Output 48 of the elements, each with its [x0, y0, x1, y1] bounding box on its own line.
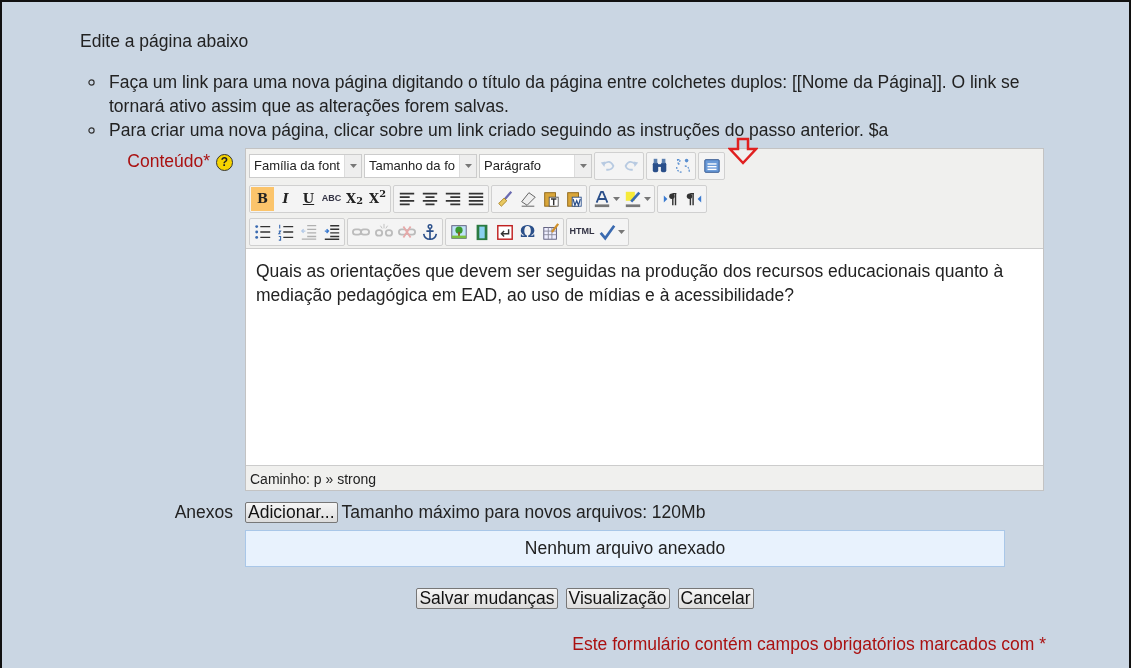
- dropdown-select[interactable]: Tamanho da fo: [364, 153, 477, 178]
- window-icon: [702, 156, 721, 175]
- editor-text: Quais as orientações que devem ser seguidas na produção dos recursos educacionais quanto à mediação pedagógica em EAD, ao uso de mídias e à acessibilidade?: [246, 248, 1043, 467]
- bullet-icon: [88, 79, 95, 87]
- toolbar-button[interactable]: ABC: [320, 186, 343, 211]
- form-button[interactable]: Visualização: [565, 587, 670, 609]
- bulleted-list-icon: [253, 222, 272, 241]
- anchor-icon: [420, 222, 439, 241]
- arrow-box-icon: [495, 222, 514, 241]
- clipboard-icon: [564, 189, 583, 208]
- help-icon[interactable]: ?: [216, 153, 233, 171]
- instruction-text: Faça um link para uma nova página digitando o título da página entre colchetes duplos: [[Nome da Página]]. O link se tornará ativo assim que as alterações forem salvas.: [109, 71, 1021, 119]
- form-button[interactable]: Salvar mudanças: [416, 587, 558, 609]
- bullet-icon: [88, 127, 95, 135]
- toolbar-button[interactable]: HTML: [568, 219, 596, 244]
- dropdown-select[interactable]: Parágrafo: [479, 153, 592, 178]
- caret-icon: [579, 163, 587, 168]
- dropdown-select[interactable]: Família da font: [249, 153, 362, 178]
- indent-icon: [322, 222, 341, 241]
- element-path: Caminho: p » strong: [249, 470, 378, 490]
- text-color-icon: [593, 189, 611, 208]
- checkmark-icon: [598, 222, 616, 241]
- binoculars-icon: [650, 156, 669, 175]
- size-limit-text: Tamanho máximo para novos arquivos: 120Mb: [341, 501, 706, 525]
- eraser-icon: [518, 189, 537, 208]
- toolbar-button[interactable]: U: [297, 186, 320, 211]
- required-note: Este formulário contém campos obrigatórios marcados com *: [571, 632, 1046, 656]
- toolbar-button[interactable]: B: [251, 186, 274, 211]
- numbered-list-icon: [276, 222, 295, 241]
- toolbar-button[interactable]: I: [274, 186, 297, 211]
- outdent-icon: [299, 222, 318, 241]
- field-label: Conteúdo: [127, 151, 204, 172]
- file-list-box: Nenhum arquivo anexado: [245, 529, 1005, 567]
- form-button[interactable]: Cancelar: [677, 587, 754, 609]
- caret-icon: [464, 163, 472, 168]
- caret-icon: [349, 163, 357, 168]
- add-button[interactable]: Adicionar...: [245, 501, 338, 523]
- required-mark: *: [203, 151, 210, 172]
- broom-icon: [495, 189, 514, 208]
- clipboard-icon: [541, 189, 560, 208]
- field-label: Anexos: [174, 502, 233, 523]
- highlighter-icon: [624, 189, 642, 208]
- table-edit-icon: [541, 222, 560, 241]
- image-icon: [449, 222, 468, 241]
- toolbar-button[interactable]: Ω: [516, 219, 539, 244]
- instruction-text: Para criar uma nova página, clicar sobre um link criado seguindo as instruções do passo anterior. $a: [109, 119, 889, 143]
- toolbar-button[interactable]: X$^{2}$: [366, 186, 389, 211]
- page-heading: Edite a página abaixo: [80, 30, 250, 53]
